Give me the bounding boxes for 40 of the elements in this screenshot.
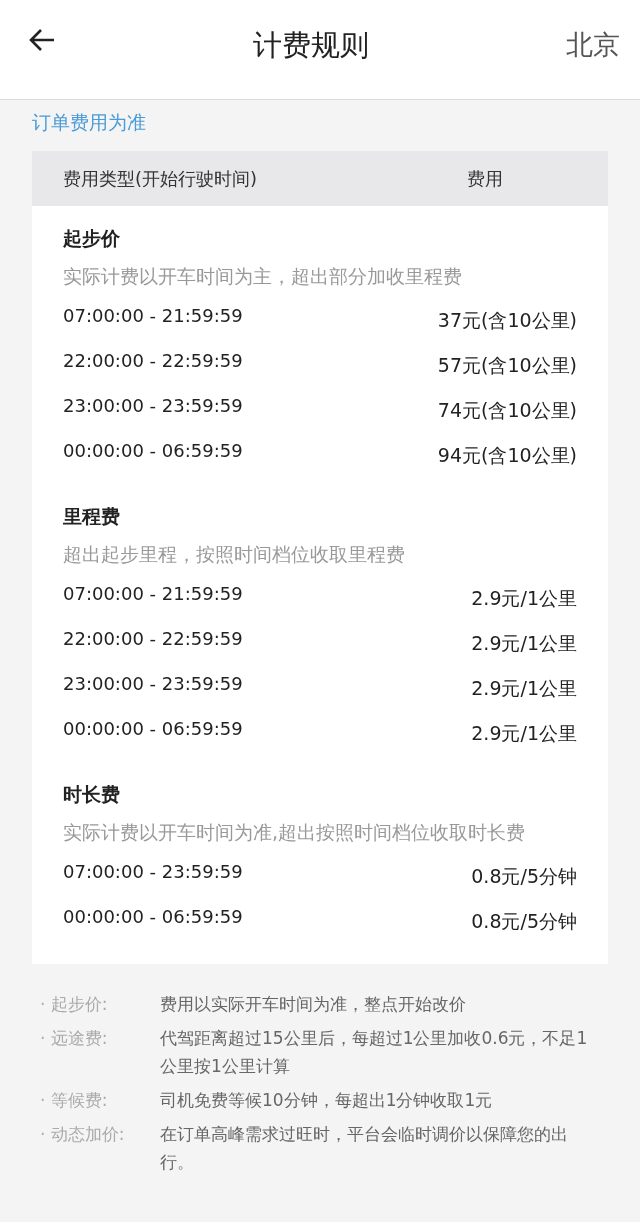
section-title: 里程费 xyxy=(63,503,121,529)
time-range: 07:00:00 - 21:59:59 xyxy=(63,581,244,606)
section-description: 实际计费以开车时间为主，超出部分加收里程费 xyxy=(63,263,463,289)
time-range: 22:00:00 - 22:59:59 xyxy=(63,626,244,651)
section-description: 超出起步里程，按照时间档位收取里程费 xyxy=(63,541,406,567)
note-label: · 等候费: xyxy=(40,1088,109,1112)
fee-value: 57元(含10公里) xyxy=(437,352,577,378)
fee-value: 2.9元/1公里 xyxy=(471,630,577,656)
time-range: 07:00:00 - 23:59:59 xyxy=(63,859,244,884)
city-selector[interactable]: 北京 xyxy=(566,25,620,66)
fee-value: 2.9元/1公里 xyxy=(471,585,577,611)
section-description: 实际计费以开车时间为准,超出按照时间档位收取时长费 xyxy=(63,819,527,845)
fee-value: 0.8元/5分钟 xyxy=(471,863,577,889)
time-range: 00:00:00 - 06:59:59 xyxy=(63,904,244,929)
time-range: 23:00:00 - 23:59:59 xyxy=(63,671,244,696)
note-text: 司机免费等候10分钟，每超出1分钟收取1元 xyxy=(160,1088,493,1112)
fee-value: 94元(含10公里) xyxy=(437,442,577,468)
note-label: · 起步价: xyxy=(40,992,109,1016)
column-header: 费用 xyxy=(467,166,503,191)
note-text: 在订单高峰需求过旺时，平台会临时调价以保障您的出行。 xyxy=(160,1122,569,1174)
column-header: 费用类型(开始行驶时间) xyxy=(63,166,259,191)
note-label: · 动态加价: xyxy=(40,1122,126,1146)
time-range: 00:00:00 - 06:59:59 xyxy=(63,716,244,741)
fee-value: 0.8元/5分钟 xyxy=(471,908,577,934)
back-arrow-icon[interactable] xyxy=(28,27,56,52)
time-range: 22:00:00 - 22:59:59 xyxy=(63,348,244,373)
section-title: 时长费 xyxy=(63,781,121,807)
note-label: · 远途费: xyxy=(40,1026,109,1050)
time-range: 23:00:00 - 23:59:59 xyxy=(63,393,244,418)
notice-text: 订单费用为准 xyxy=(32,110,147,135)
fee-value: 2.9元/1公里 xyxy=(471,675,577,701)
fee-value: 2.9元/1公里 xyxy=(471,720,577,746)
section-title: 起步价 xyxy=(63,225,121,251)
time-range: 00:00:00 - 06:59:59 xyxy=(63,438,244,463)
note-text: 代驾距离超过15公里后，每超过1公里加收0.6元，不足1公里按1公里计算 xyxy=(160,1026,589,1078)
note-text: 费用以实际开车时间为准，整点开始改价 xyxy=(160,992,466,1016)
page-title: 计费规则 xyxy=(253,26,369,64)
time-range: 07:00:00 - 21:59:59 xyxy=(63,303,244,328)
fee-value: 74元(含10公里) xyxy=(437,397,577,423)
fee-value: 37元(含10公里) xyxy=(437,307,577,333)
